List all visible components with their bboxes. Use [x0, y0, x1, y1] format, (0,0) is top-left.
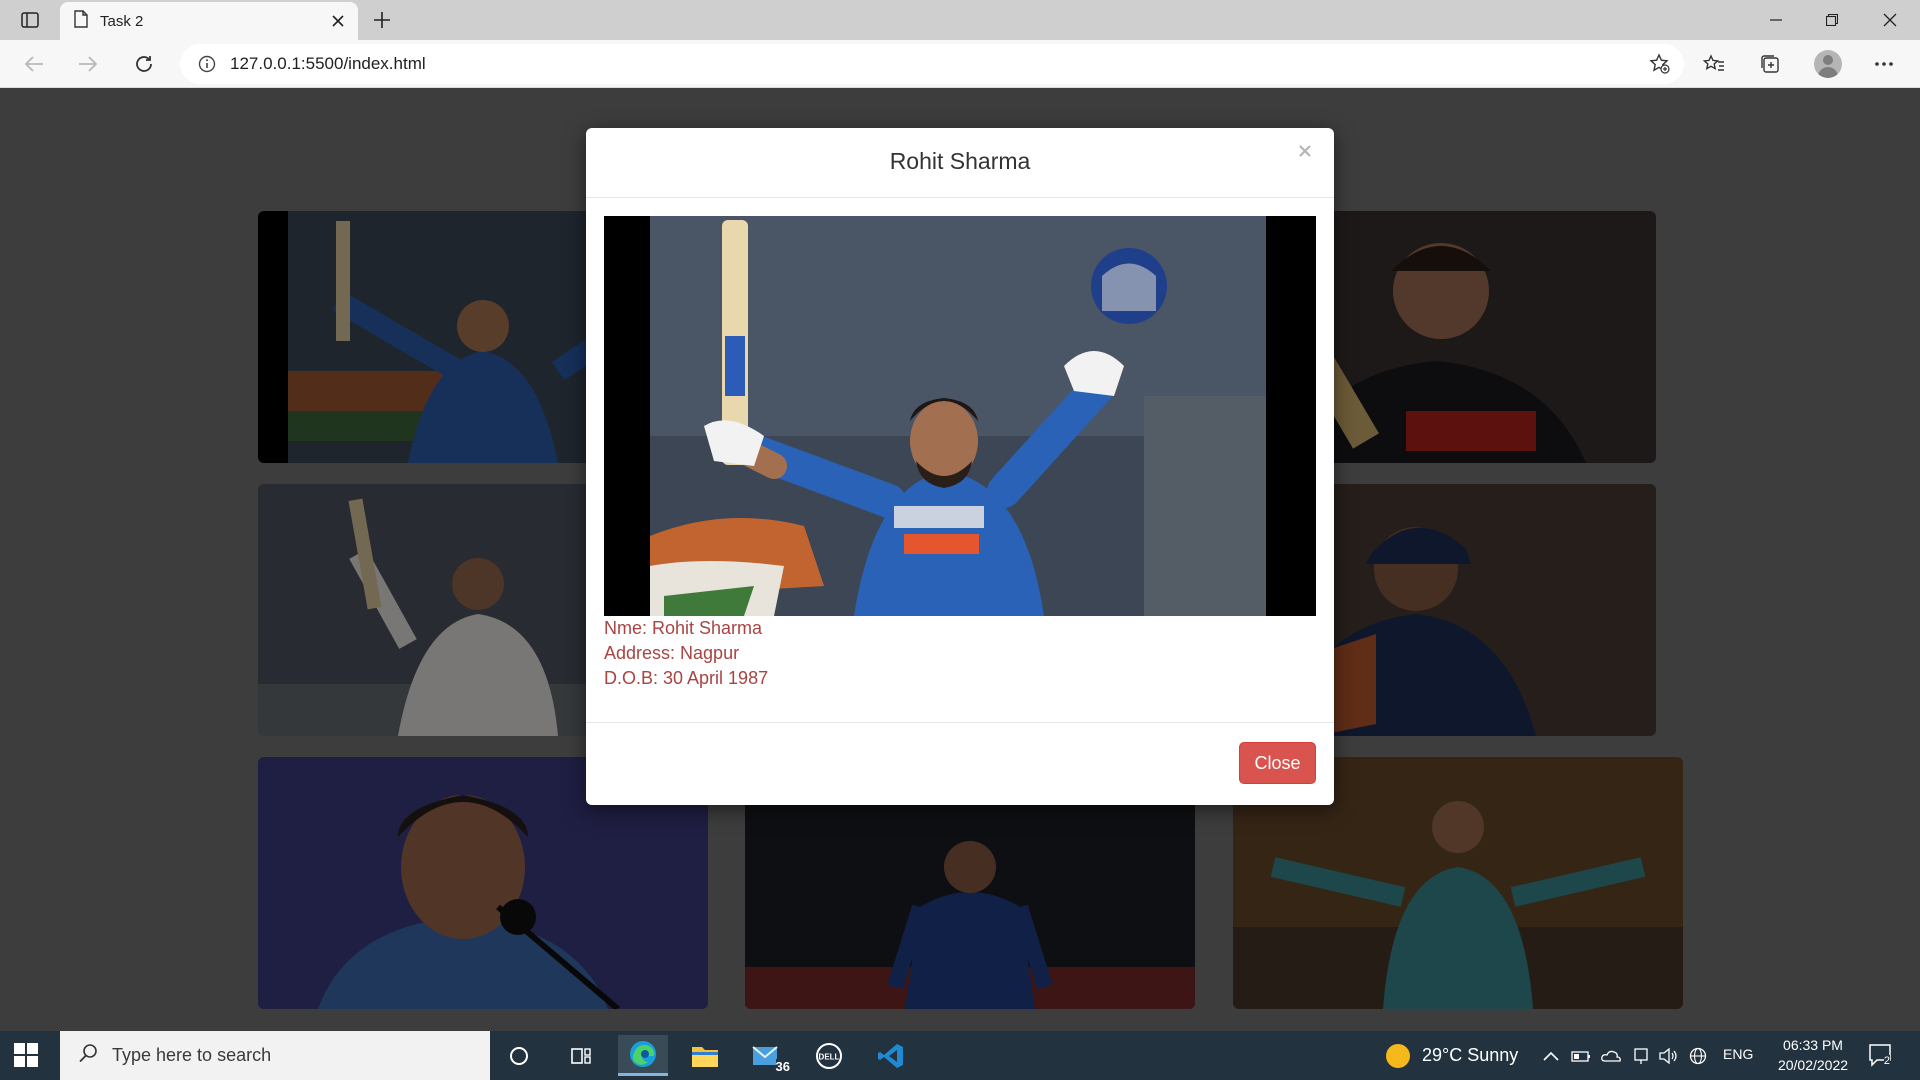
- mail-icon[interactable]: 36: [742, 1035, 792, 1076]
- svg-text:DELL: DELL: [819, 1052, 840, 1061]
- restore-icon[interactable]: [1804, 0, 1860, 40]
- search-icon: [78, 1043, 98, 1068]
- new-tab-icon[interactable]: [368, 6, 396, 34]
- back-arrow-icon[interactable]: [18, 48, 50, 80]
- language-indicator[interactable]: ENG: [1723, 1046, 1753, 1062]
- device-icon[interactable]: [1631, 1046, 1651, 1066]
- profile-avatar[interactable]: [1812, 48, 1844, 80]
- windows-taskbar: Type here to search 36 DELL 29°C Sunny E…: [0, 1031, 1920, 1080]
- player-dob: D.O.B: 30 April 1987: [604, 668, 769, 688]
- clock-time: 06:33 PM: [1783, 1037, 1843, 1053]
- modal-footer: Close: [586, 722, 1334, 805]
- tab-title: Task 2: [100, 12, 144, 30]
- weather-text: 29°C Sunny: [1422, 1045, 1519, 1065]
- close-window-icon[interactable]: [1862, 0, 1918, 40]
- windows-start-icon[interactable]: [14, 1043, 40, 1069]
- page-viewport: Rohit Sharma Nme: Rohit Sharma Address: …: [0, 88, 1920, 1031]
- onedrive-icon[interactable]: [1601, 1046, 1621, 1066]
- more-options-icon[interactable]: [1868, 48, 1900, 80]
- vscode-icon[interactable]: [866, 1035, 916, 1076]
- tab-actions-icon[interactable]: [18, 8, 42, 32]
- address-bar[interactable]: 127.0.0.1:5500/index.html: [180, 44, 1684, 84]
- avatar: [1814, 50, 1842, 78]
- browser-tab[interactable]: Task 2: [60, 2, 358, 40]
- page-icon: [74, 9, 88, 33]
- cortana-icon[interactable]: [494, 1035, 544, 1076]
- mail-badge: 36: [775, 1059, 790, 1074]
- player-modal: Rohit Sharma Nme: Rohit Sharma Address: …: [586, 128, 1334, 805]
- clock-date: 20/02/2022: [1777, 1057, 1849, 1073]
- player-photo: [604, 216, 1316, 616]
- search-placeholder: Type here to search: [112, 1045, 272, 1065]
- weather-widget[interactable]: 29°C Sunny: [1386, 1031, 1518, 1080]
- chevron-up-icon[interactable]: [1541, 1046, 1561, 1066]
- forward-arrow-icon[interactable]: [72, 48, 104, 80]
- modal-body: Nme: Rohit Sharma Address: Nagpur D.O.B:…: [604, 216, 1316, 691]
- sun-icon: [1386, 1043, 1410, 1068]
- refresh-icon[interactable]: [128, 48, 160, 80]
- notification-badge: 2: [1883, 1055, 1890, 1067]
- tab-close-icon[interactable]: [328, 11, 348, 31]
- notification-icon[interactable]: 2: [1868, 1043, 1896, 1069]
- minimize-icon[interactable]: [1748, 0, 1804, 40]
- player-name: Nme: Rohit Sharma: [604, 618, 763, 638]
- site-info-icon[interactable]: [196, 53, 218, 75]
- volume-icon[interactable]: [1658, 1046, 1678, 1066]
- modal-title: Rohit Sharma: [889, 148, 1031, 174]
- modal-close-icon[interactable]: [1294, 140, 1316, 162]
- player-address: Address: Nagpur: [604, 643, 740, 663]
- favorites-icon[interactable]: [1698, 48, 1730, 80]
- add-favorite-icon[interactable]: [1648, 52, 1672, 76]
- close-button[interactable]: Close: [1239, 742, 1316, 784]
- task-view-icon[interactable]: [556, 1035, 606, 1076]
- browser-toolbar: 127.0.0.1:5500/index.html: [0, 40, 1920, 88]
- browser-title-bar: Task 2: [0, 0, 1920, 40]
- clock[interactable]: 06:33 PM 20/02/2022: [1768, 1035, 1858, 1075]
- collections-icon[interactable]: [1754, 48, 1786, 80]
- dell-icon[interactable]: DELL: [804, 1035, 854, 1076]
- url-text[interactable]: 127.0.0.1:5500/index.html: [230, 54, 426, 74]
- globe-icon[interactable]: [1688, 1046, 1708, 1066]
- battery-icon[interactable]: [1571, 1046, 1591, 1066]
- edge-browser-icon[interactable]: [618, 1035, 668, 1076]
- taskbar-search[interactable]: Type here to search: [60, 1031, 490, 1080]
- file-explorer-icon[interactable]: [680, 1035, 730, 1076]
- modal-header: Rohit Sharma: [586, 128, 1334, 198]
